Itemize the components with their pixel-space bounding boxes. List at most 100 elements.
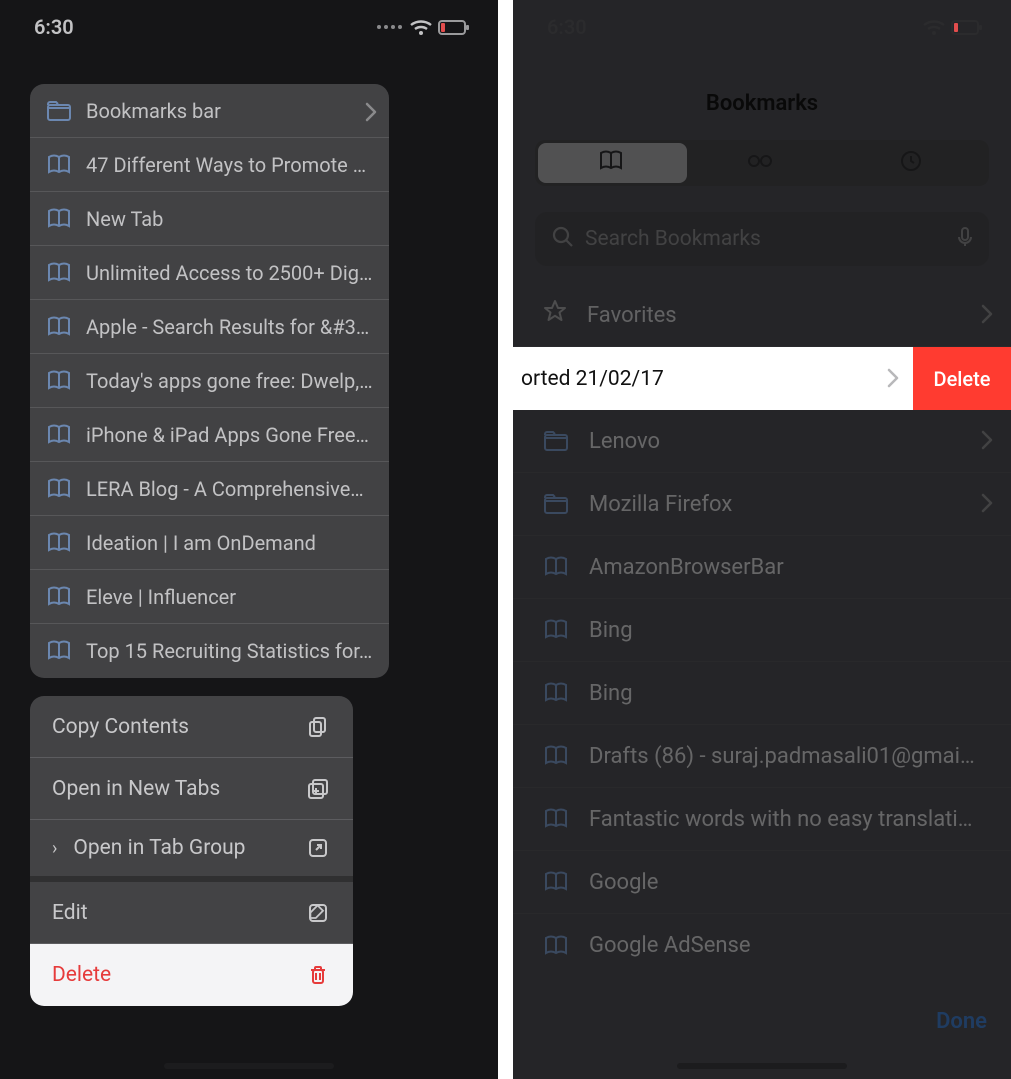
folder-icon: [543, 492, 571, 516]
home-indicator[interactable]: [677, 1063, 847, 1069]
bookmark-list[interactable]: Lenovo Mozilla Firefox AmazonBrowserBar Bin…: [513, 410, 1011, 989]
preview-item[interactable]: New Tab: [30, 192, 389, 246]
book-icon: [543, 870, 571, 894]
book-icon: [543, 555, 571, 579]
book-icon: [46, 639, 72, 663]
swipe-delete-button[interactable]: Delete: [913, 347, 1011, 410]
folder-icon: [46, 99, 72, 123]
glasses-icon: [747, 149, 777, 177]
wifi-icon: [922, 16, 944, 38]
bookmark-row[interactable]: Google: [513, 851, 1011, 914]
preview-item[interactable]: Top 15 Recruiting Statistics for…: [30, 624, 389, 678]
book-icon: [46, 585, 72, 609]
tab-history[interactable]: [837, 143, 986, 183]
bookmark-label: Google: [589, 870, 989, 895]
favorites-row[interactable]: Favorites: [513, 284, 1011, 347]
bookmark-row[interactable]: Bing: [513, 662, 1011, 725]
preview-item[interactable]: Unlimited Access to 2500+ Digi…: [30, 246, 389, 300]
book-icon: [543, 618, 571, 642]
bookmark-label: Bing: [589, 618, 989, 643]
microphone-icon[interactable]: [953, 225, 973, 253]
book-icon: [46, 315, 72, 339]
book-icon: [543, 744, 571, 768]
trash-icon: [305, 963, 331, 987]
search-icon: [551, 225, 573, 253]
tab-bookmarks[interactable]: [538, 143, 687, 183]
search-input[interactable]: Search Bookmarks: [535, 212, 989, 266]
chevron-right-icon: ›: [52, 838, 57, 859]
preview-header-label: Bookmarks bar: [86, 99, 345, 123]
done-button[interactable]: Done: [936, 1009, 987, 1034]
folder-icon: [543, 429, 571, 453]
preview-header-row[interactable]: Bookmarks bar: [30, 84, 389, 138]
bookmark-label: AmazonBrowserBar: [589, 555, 989, 580]
copy-icon: [305, 715, 331, 739]
book-icon: [46, 153, 72, 177]
book-icon: [46, 423, 72, 447]
bookmark-label: Google AdSense: [589, 933, 989, 958]
chevron-right-icon: [881, 366, 895, 392]
bookmark-label: Mozilla Firefox: [589, 492, 957, 517]
wifi-icon: [409, 16, 431, 38]
swiped-bookmark-row: orted 21/02/17 Delete: [513, 347, 1011, 410]
bookmark-folder-preview: Bookmarks bar 47 Different Ways to Promo…: [30, 84, 389, 678]
bookmark-label: Drafts (86) - suraj.padmasali01@gmai…: [589, 744, 989, 769]
star-icon: [543, 299, 569, 331]
bookmark-row[interactable]: orted 21/02/17: [513, 347, 913, 410]
bookmark-folder-row[interactable]: Lenovo: [513, 410, 1011, 473]
book-icon: [46, 369, 72, 393]
battery-low-icon: [438, 15, 470, 39]
book-icon: [46, 261, 72, 285]
chevron-right-icon: [975, 302, 989, 328]
menu-copy-contents[interactable]: Copy Contents: [30, 696, 353, 758]
preview-item[interactable]: Eleve | Influencer: [30, 570, 389, 624]
book-icon: [46, 531, 72, 555]
search-placeholder: Search Bookmarks: [585, 227, 941, 251]
book-icon: [46, 477, 72, 501]
bookmarks-segmented-control[interactable]: [535, 140, 989, 186]
book-icon: [543, 934, 571, 958]
bookmark-row[interactable]: Bing: [513, 599, 1011, 662]
status-bar: 6:30: [0, 0, 498, 54]
bookmark-row[interactable]: Fantastic words with no easy translati…: [513, 788, 1011, 851]
bookmark-label: Bing: [589, 681, 989, 706]
status-time: 6:30: [34, 15, 74, 39]
status-bar: 6:30: [513, 0, 1011, 54]
bookmark-folder-row[interactable]: Mozilla Firefox: [513, 473, 1011, 536]
book-icon: [46, 207, 72, 231]
tab-reading-list[interactable]: [687, 143, 836, 183]
bookmark-row[interactable]: AmazonBrowserBar: [513, 536, 1011, 599]
chevron-right-icon: [975, 491, 989, 517]
menu-open-tab-group[interactable]: ›Open in Tab Group: [30, 820, 353, 882]
open-external-icon: [305, 836, 331, 860]
menu-edit[interactable]: Edit: [30, 882, 353, 944]
context-menu: Copy Contents Open in New Tabs ›Open in …: [30, 696, 353, 1006]
preview-item[interactable]: Apple - Search Results for &#3…: [30, 300, 389, 354]
home-indicator[interactable]: [164, 1063, 334, 1069]
edit-icon: [305, 901, 331, 925]
battery-low-icon: [951, 15, 983, 39]
preview-item[interactable]: Ideation | I am OnDemand: [30, 516, 389, 570]
right-screenshot: 6:30 Bookmarks Search Bookmarks Favorite…: [513, 0, 1011, 1079]
bookmark-row[interactable]: Google AdSense: [513, 914, 1011, 977]
preview-item[interactable]: 47 Different Ways to Promote Y…: [30, 138, 389, 192]
clock-icon: [899, 149, 923, 177]
open-in-tabs-icon: [305, 777, 331, 801]
book-icon: [599, 149, 627, 177]
menu-delete[interactable]: Delete: [30, 944, 353, 1006]
status-time: 6:30: [547, 15, 587, 39]
cellular-dots-icon: [377, 25, 402, 29]
preview-item[interactable]: iPhone & iPad Apps Gone Free…: [30, 408, 389, 462]
bookmark-label: Lenovo: [589, 429, 957, 454]
preview-item[interactable]: Today's apps gone free: Dwelp,…: [30, 354, 389, 408]
preview-item[interactable]: LERA Blog - A Comprehensive…: [30, 462, 389, 516]
menu-open-new-tabs[interactable]: Open in New Tabs: [30, 758, 353, 820]
left-screenshot: 6:30 Bookmarks bar 47 Different Ways to …: [0, 0, 498, 1079]
bookmark-row[interactable]: Drafts (86) - suraj.padmasali01@gmai…: [513, 725, 1011, 788]
page-title: Bookmarks: [526, 72, 998, 134]
book-icon: [543, 681, 571, 705]
bookmark-label: Fantastic words with no easy translati…: [589, 807, 989, 832]
book-icon: [543, 807, 571, 831]
chevron-right-icon: [359, 99, 373, 123]
chevron-right-icon: [975, 428, 989, 454]
